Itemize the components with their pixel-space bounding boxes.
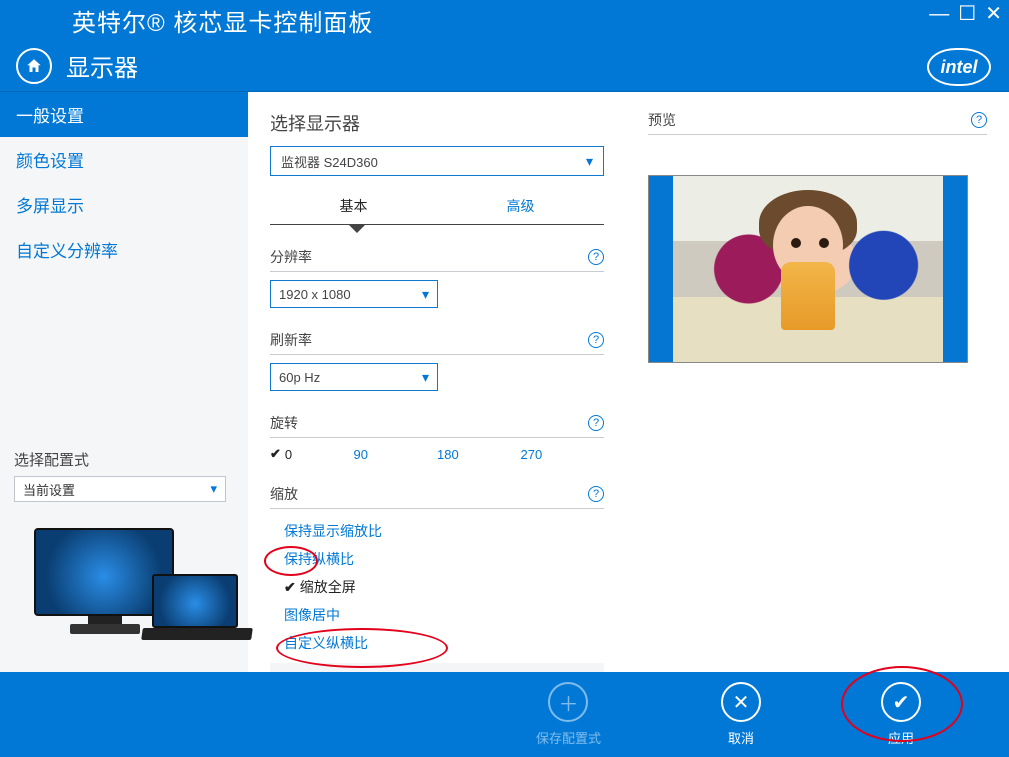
rotation-field: 旋转 ? ✔0 90 180 270 [270, 413, 608, 462]
resolution-label: 分辨率 [270, 247, 312, 267]
preview-image [648, 175, 968, 363]
rotation-option-270[interactable]: 270 [521, 446, 605, 462]
resolution-value: 1920 x 1080 [279, 287, 351, 302]
preview-column: 预览 ? [648, 110, 987, 672]
home-button[interactable] [16, 48, 52, 84]
window-controls: — ☐ ✕ [929, 4, 1003, 24]
section-header: 显示器 intel [0, 40, 1009, 92]
preview-label: 预览 [648, 110, 676, 130]
refresh-label: 刷新率 [270, 330, 312, 350]
help-icon[interactable]: ? [588, 332, 604, 348]
sidebar: 一般设置 颜色设置 多屏显示 自定义分辨率 选择配置式 当前设置 ▾ [0, 92, 248, 672]
window-title: 英特尔® 核芯显卡控制面板 [72, 3, 373, 38]
scaling-option-keep-display[interactable]: 保持显示缩放比 [270, 517, 608, 545]
maximize-button[interactable]: ☐ [958, 4, 977, 24]
check-icon: ✔ [881, 682, 921, 722]
scaling-label: 缩放 [270, 484, 298, 504]
refresh-field: 刷新率 ? 60p Hz ▾ [270, 330, 608, 391]
tab-advanced[interactable]: 高级 [437, 190, 604, 224]
resolution-select[interactable]: 1920 x 1080 ▾ [270, 280, 438, 308]
chevron-down-icon: ▾ [422, 369, 429, 386]
cancel-button[interactable]: ✕ 取消 [721, 682, 761, 747]
help-icon[interactable]: ? [588, 249, 604, 265]
display-illustration [34, 520, 234, 660]
sidebar-item-multidisplay[interactable]: 多屏显示 [0, 182, 248, 227]
title-bar: 英特尔® 核芯显卡控制面板 — ☐ ✕ [0, 0, 1009, 40]
help-icon[interactable]: ? [971, 112, 987, 128]
active-tab-indicator [348, 224, 366, 233]
sidebar-item-customres[interactable]: 自定义分辨率 [0, 227, 248, 272]
profile-select-value: 当前设置 [23, 480, 75, 499]
minimize-button[interactable]: — [929, 4, 950, 24]
save-profile-button: ＋ 保存配置式 [536, 682, 601, 747]
rotation-label: 旋转 [270, 413, 298, 433]
chevron-down-icon: ▾ [422, 286, 429, 303]
home-icon [25, 57, 43, 75]
tab-basic[interactable]: 基本 [270, 190, 437, 224]
chevron-down-icon: ▾ [586, 153, 593, 170]
select-display-label: 选择显示器 [270, 110, 608, 136]
help-icon[interactable]: ? [588, 486, 604, 502]
profile-block: 选择配置式 当前设置 ▾ [0, 449, 248, 672]
profile-label: 选择配置式 [14, 449, 234, 470]
scaling-option-center[interactable]: 图像居中 [270, 601, 608, 629]
scaling-option-custom[interactable]: 自定义纵横比 [270, 629, 608, 657]
workspace: 一般设置 颜色设置 多屏显示 自定义分辨率 选择配置式 当前设置 ▾ 选择显示器… [0, 92, 1009, 672]
main-panel: 选择显示器 监视器 S24D360 ▾ 基本 高级 分辨率 ? 1920 x 1… [248, 92, 1009, 672]
chevron-down-icon: ▾ [210, 481, 217, 497]
intel-logo: intel [927, 48, 991, 86]
scaling-option-fullscreen[interactable]: ✔缩放全屏 [270, 573, 608, 601]
scaling-field: 缩放 ? 保持显示缩放比 保持纵横比 ✔缩放全屏 图像居中 自定义纵横比 ✔ 覆… [270, 484, 608, 694]
display-select-value: 监视器 S24D360 [281, 152, 378, 171]
display-select[interactable]: 监视器 S24D360 ▾ [270, 146, 604, 176]
close-button[interactable]: ✕ [985, 4, 1003, 24]
apply-button[interactable]: ✔ 应用 [881, 682, 921, 747]
settings-tabs: 基本 高级 [270, 190, 604, 225]
settings-column: 选择显示器 监视器 S24D360 ▾ 基本 高级 分辨率 ? 1920 x 1… [270, 110, 608, 672]
resolution-field: 分辨率 ? 1920 x 1080 ▾ [270, 247, 608, 308]
check-icon: ✔ [270, 446, 281, 462]
check-icon: ✔ [284, 579, 296, 596]
profile-select[interactable]: 当前设置 ▾ [14, 476, 226, 502]
rotation-option-0[interactable]: ✔0 [270, 446, 354, 462]
refresh-select[interactable]: 60p Hz ▾ [270, 363, 438, 391]
section-title: 显示器 [66, 48, 138, 83]
scaling-option-keep-aspect[interactable]: 保持纵横比 [270, 545, 608, 573]
refresh-value: 60p Hz [279, 370, 320, 385]
scaling-options: 保持显示缩放比 保持纵横比 ✔缩放全屏 图像居中 自定义纵横比 [270, 517, 608, 657]
plus-icon: ＋ [548, 682, 588, 722]
rotation-option-90[interactable]: 90 [354, 446, 438, 462]
sidebar-item-general[interactable]: 一般设置 [0, 92, 248, 137]
footer-bar: ＋ 保存配置式 ✕ 取消 ✔ 应用 [0, 672, 1009, 757]
help-icon[interactable]: ? [588, 415, 604, 431]
close-icon: ✕ [721, 682, 761, 722]
rotation-option-180[interactable]: 180 [437, 446, 521, 462]
sidebar-item-color[interactable]: 颜色设置 [0, 137, 248, 182]
